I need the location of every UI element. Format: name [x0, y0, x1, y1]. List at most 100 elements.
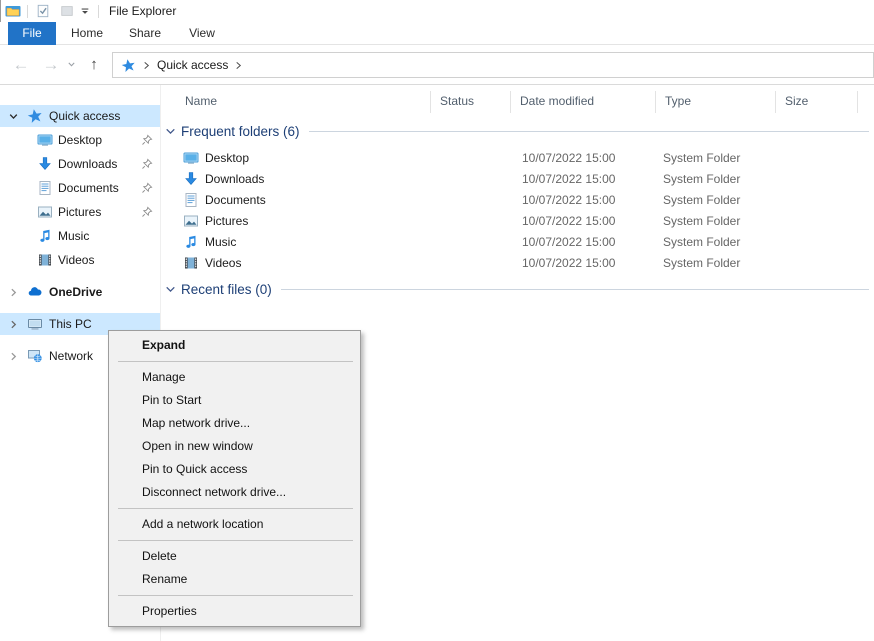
breadcrumb-item-quick-access[interactable]: Quick access: [157, 58, 228, 72]
menu-separator: [118, 595, 353, 596]
breadcrumb-chevron-icon[interactable]: [235, 61, 242, 70]
file-row-documents[interactable]: Documents 10/07/2022 15:00 System Folder: [160, 190, 874, 211]
column-resize-handle[interactable]: [510, 91, 511, 113]
sidebar-item-label: Music: [58, 225, 89, 247]
menu-item-manage[interactable]: Manage: [109, 366, 360, 389]
back-button[interactable]: ←: [8, 45, 34, 84]
breadcrumb-chevron-icon[interactable]: [143, 61, 150, 70]
menu-item-delete[interactable]: Delete: [109, 545, 360, 568]
pin-icon: [141, 182, 153, 194]
sidebar-item-onedrive[interactable]: OneDrive: [0, 281, 160, 303]
sidebar-item-label: Network: [49, 345, 93, 367]
pin-icon: [141, 158, 153, 170]
group-header-label: Frequent folders (6): [181, 124, 300, 139]
documents-icon: [37, 180, 53, 196]
new-folder-icon[interactable]: [58, 2, 76, 20]
chevron-right-icon[interactable]: [8, 287, 19, 298]
column-resize-handle[interactable]: [775, 91, 776, 113]
file-explorer-window: File Explorer File Home Share View ← → ↑…: [0, 0, 874, 641]
menu-item-open-in-new-window[interactable]: Open in new window: [109, 435, 360, 458]
music-icon: [183, 234, 199, 250]
file-date-modified: 10/07/2022 15:00: [522, 211, 615, 232]
sidebar-item-pictures[interactable]: Pictures: [0, 201, 160, 223]
column-resize-handle[interactable]: [857, 91, 858, 113]
up-button[interactable]: ↑: [82, 45, 106, 84]
sidebar-item-downloads[interactable]: Downloads: [0, 153, 160, 175]
column-header-type[interactable]: Type: [665, 89, 691, 113]
menu-separator: [118, 361, 353, 362]
file-date-modified: 10/07/2022 15:00: [522, 253, 615, 274]
group-header-recent-files[interactable]: Recent files (0): [164, 279, 869, 299]
menu-item-pin-to-quick-access[interactable]: Pin to Quick access: [109, 458, 360, 481]
tab-file[interactable]: File: [8, 22, 56, 45]
sidebar-item-label: Pictures: [58, 201, 101, 223]
menu-item-disconnect-network-drive[interactable]: Disconnect network drive...: [109, 481, 360, 504]
title-bar: File Explorer: [0, 0, 874, 22]
sidebar-item-quick-access[interactable]: Quick access: [0, 105, 160, 127]
sidebar-item-videos[interactable]: Videos: [0, 249, 160, 271]
customize-quick-access-dropdown-icon[interactable]: [78, 2, 92, 20]
file-row-downloads[interactable]: Downloads 10/07/2022 15:00 System Folder: [160, 169, 874, 190]
file-type: System Folder: [663, 190, 740, 211]
chevron-down-icon[interactable]: [8, 111, 19, 122]
recent-locations-dropdown-icon[interactable]: [64, 45, 78, 84]
menu-item-expand[interactable]: Expand: [109, 334, 360, 357]
file-row-pictures[interactable]: Pictures 10/07/2022 15:00 System Folder: [160, 211, 874, 232]
group-header-rule: [281, 289, 869, 290]
file-name: Downloads: [205, 169, 264, 190]
sidebar-item-label: Downloads: [58, 153, 117, 175]
quick-access-star-icon: [121, 58, 136, 73]
group-header-frequent-folders[interactable]: Frequent folders (6): [164, 121, 869, 141]
group-header-label: Recent files (0): [181, 282, 272, 297]
ribbon-tab-bar: File Home Share View: [0, 22, 874, 45]
pin-icon: [141, 134, 153, 146]
file-date-modified: 10/07/2022 15:00: [522, 190, 615, 211]
address-bar[interactable]: Quick access: [112, 52, 874, 78]
menu-item-add-network-location[interactable]: Add a network location: [109, 513, 360, 536]
tab-view[interactable]: View: [176, 22, 228, 45]
sidebar-item-desktop[interactable]: Desktop: [0, 129, 160, 151]
file-row-music[interactable]: Music 10/07/2022 15:00 System Folder: [160, 232, 874, 253]
context-menu-this-pc: Expand Manage Pin to Start Map network d…: [108, 330, 361, 627]
group-header-rule: [309, 131, 869, 132]
tab-home[interactable]: Home: [60, 22, 114, 45]
downloads-icon: [37, 156, 53, 172]
chevron-down-icon[interactable]: [164, 283, 177, 296]
sidebar-item-documents[interactable]: Documents: [0, 177, 160, 199]
window-title: File Explorer: [109, 4, 176, 18]
column-header-size[interactable]: Size: [785, 89, 808, 113]
file-date-modified: 10/07/2022 15:00: [522, 169, 615, 190]
file-type: System Folder: [663, 148, 740, 169]
file-date-modified: 10/07/2022 15:00: [522, 232, 615, 253]
file-explorer-logo-icon: [5, 3, 21, 19]
file-row-desktop[interactable]: Desktop 10/07/2022 15:00 System Folder: [160, 148, 874, 169]
column-header-date-modified[interactable]: Date modified: [520, 89, 594, 113]
videos-icon: [183, 255, 199, 271]
column-resize-handle[interactable]: [430, 91, 431, 113]
chevron-down-icon[interactable]: [164, 125, 177, 138]
menu-item-pin-to-start[interactable]: Pin to Start: [109, 389, 360, 412]
column-header-name[interactable]: Name: [185, 89, 217, 113]
file-type: System Folder: [663, 232, 740, 253]
music-icon: [37, 228, 53, 244]
column-resize-handle[interactable]: [655, 91, 656, 113]
menu-item-map-network-drive[interactable]: Map network drive...: [109, 412, 360, 435]
file-type: System Folder: [663, 211, 740, 232]
tab-share[interactable]: Share: [118, 22, 172, 45]
navigation-bar: ← → ↑ Quick access: [0, 45, 874, 85]
file-name: Music: [205, 232, 236, 253]
forward-button[interactable]: →: [38, 45, 64, 84]
pin-icon: [141, 206, 153, 218]
column-header-status[interactable]: Status: [440, 89, 474, 113]
menu-item-rename[interactable]: Rename: [109, 568, 360, 591]
properties-icon[interactable]: [34, 2, 52, 20]
sidebar-item-music[interactable]: Music: [0, 225, 160, 247]
videos-icon: [37, 252, 53, 268]
network-icon: [27, 348, 43, 364]
chevron-right-icon[interactable]: [8, 351, 19, 362]
file-row-videos[interactable]: Videos 10/07/2022 15:00 System Folder: [160, 253, 874, 274]
sidebar-item-label: Videos: [58, 249, 94, 271]
sidebar-item-label: OneDrive: [49, 281, 102, 303]
menu-item-properties[interactable]: Properties: [109, 600, 360, 623]
chevron-right-icon[interactable]: [8, 319, 19, 330]
